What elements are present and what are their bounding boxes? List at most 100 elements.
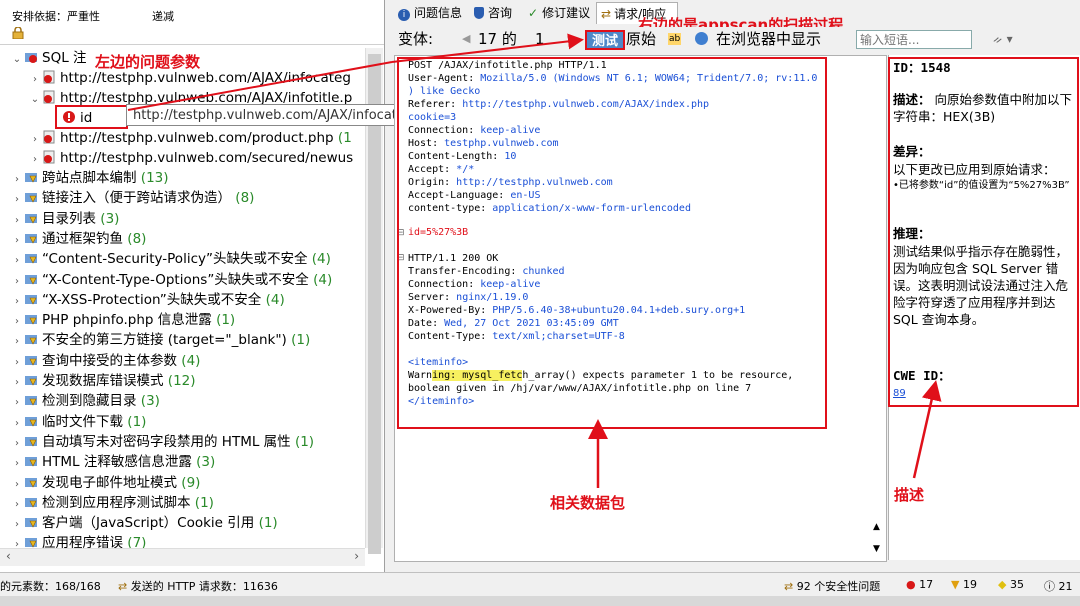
lock-icon[interactable] — [12, 27, 24, 39]
annotation-desc: 描述 — [894, 486, 925, 504]
tree-item-category[interactable]: › PHP phpinfo.php 信息泄露 (1) — [10, 310, 235, 330]
http-request-count: ⇄ 发送的 HTTP 请求数：11636 — [118, 580, 278, 593]
severity-folder-icon — [25, 376, 37, 386]
variant-label: 变体: — [398, 30, 434, 48]
tree-item-category[interactable]: › 检测到应用程序测试脚本 (1) — [10, 493, 214, 513]
request-icon: ⇄ — [601, 7, 612, 21]
severity-folder-icon — [25, 355, 37, 366]
prev-variant-icon[interactable]: ◀ — [462, 27, 470, 51]
test-button[interactable]: 测试 — [585, 30, 625, 50]
variant-count: 17 的 — [478, 30, 517, 48]
info-severity-icon: ⓘ — [1044, 580, 1055, 593]
tab-advisory[interactable]: 咨询 — [470, 2, 524, 24]
scroll-left-icon[interactable]: ‹ — [6, 549, 11, 563]
annotation-left: 左边的问题参数 — [95, 53, 201, 71]
chevron-right-icon[interactable]: › — [10, 393, 24, 413]
tree-item-category[interactable]: › 查询中接受的主体参数 (4) — [10, 351, 200, 371]
chevron-right-icon[interactable]: › — [28, 70, 42, 90]
high-count[interactable]: ● 17 — [906, 578, 933, 591]
tree-item-category[interactable]: › “Content-Security-Policy”头缺失或不安全 (4) — [10, 249, 331, 269]
severity-folder-icon — [25, 274, 37, 285]
chevron-right-icon[interactable]: › — [10, 454, 24, 474]
chevron-down-icon[interactable]: ⌄ — [10, 50, 24, 70]
chevron-right-icon[interactable]: › — [10, 251, 24, 271]
scroll-right-icon[interactable]: › — [354, 549, 359, 563]
variant-index[interactable]: 1 — [535, 27, 545, 51]
chevron-right-icon[interactable]: › — [10, 312, 24, 332]
severity-folder-icon — [25, 315, 37, 325]
tab-fix-recommendation[interactable]: ✓ 修订建议 — [524, 2, 596, 24]
tree-item-category[interactable]: › “X-Content-Type-Options”头缺失或不安全 (4) — [10, 270, 332, 290]
chevron-right-icon[interactable]: › — [10, 414, 24, 434]
tree-item-category[interactable]: › “X-XSS-Protection”头缺失或不安全 (4) — [10, 290, 285, 310]
tree-item-url[interactable]: › http://testphp.vulnweb.com/product.php … — [28, 128, 352, 148]
search-input[interactable] — [856, 30, 972, 49]
chevron-right-icon[interactable]: › — [10, 190, 24, 210]
medium-count[interactable]: ▼ 19 — [951, 578, 977, 591]
chevron-right-icon[interactable]: › — [10, 332, 24, 352]
tree-item-category[interactable]: › 临时文件下载 (1) — [10, 412, 146, 432]
chevron-right-icon[interactable]: › — [10, 495, 24, 515]
tree-item-category[interactable]: › 发现电子邮件地址模式 (9) — [10, 473, 200, 493]
tree-item-category[interactable]: › 客户端（JavaScript）Cookie 引用 (1) — [10, 513, 278, 533]
info-icon: i — [398, 9, 410, 21]
tree-item-url[interactable]: › http://testphp.vulnweb.com/secured/newu… — [28, 148, 353, 168]
severity-folder-icon — [25, 233, 37, 244]
chevron-right-icon[interactable]: › — [10, 353, 24, 373]
tree-item-category[interactable]: › HTML 注释敏感信息泄露 (3) — [10, 452, 215, 472]
chevron-right-icon[interactable]: › — [10, 515, 24, 535]
chevron-right-icon[interactable]: › — [10, 272, 24, 292]
severity-folder-icon — [25, 436, 37, 447]
severity-folder-icon — [25, 193, 37, 203]
chevron-right-icon[interactable]: › — [10, 211, 24, 231]
chevron-right-icon[interactable]: › — [10, 170, 24, 190]
severity-folder-icon — [25, 477, 37, 488]
tree-item-category[interactable]: › 发现数据库错误模式 (12) — [10, 371, 196, 391]
tree-item-category[interactable]: › 不安全的第三方链接 (target="_blank") (1) — [10, 330, 310, 350]
tree-item-category[interactable]: › 链接注入（便于跨站请求伪造） (8) — [10, 188, 254, 208]
show-in-browser[interactable]: 在浏览器中显示 — [716, 27, 821, 51]
tree-item-sql-injection[interactable]: ⌄ SQL 注 — [10, 48, 87, 68]
shield-icon — [474, 7, 484, 19]
chevron-right-icon[interactable]: › — [28, 130, 42, 150]
high-severity-folder-icon — [25, 53, 37, 63]
param-highlight-box — [55, 105, 128, 129]
chevron-right-icon[interactable]: › — [10, 292, 24, 312]
low-severity-icon: ◆ — [998, 578, 1007, 591]
tree-item-category[interactable]: › 目录列表 (3) — [10, 209, 119, 229]
severity-folder-icon — [25, 396, 37, 406]
sort-order[interactable]: 递减 — [152, 8, 174, 24]
sort-label[interactable]: 安排依据：严重性 — [12, 8, 100, 24]
tab-issue-info[interactable]: i 问题信息 — [394, 2, 466, 24]
scroll-down-icon[interactable]: ▼ — [873, 544, 880, 554]
severity-folder-icon — [25, 294, 37, 305]
chevron-right-icon[interactable]: › — [10, 475, 24, 495]
scrollbar-thumb[interactable] — [368, 54, 381, 554]
tree-item-category[interactable]: › 自动填写未对密码字段禁用的 HTML 属性 (1) — [10, 432, 314, 452]
check-icon: ✓ — [528, 6, 539, 20]
tree-item-category[interactable]: › 检测到隐藏目录 (3) — [10, 391, 160, 411]
issue-tree-panel: 安排依据：严重性 递减 ⌄ SQL 注 › http://testphp.vulnw… — [0, 0, 385, 572]
low-count[interactable]: ◆ 35 — [998, 578, 1024, 591]
search-dropdown-icon[interactable]: ᨀ ▾ — [993, 27, 1013, 51]
original-button[interactable]: 原始 — [626, 27, 656, 51]
chevron-right-icon[interactable]: › — [10, 434, 24, 454]
browser-icon[interactable] — [695, 32, 708, 45]
severity-folder-icon — [25, 497, 37, 508]
description-highlight-box — [888, 57, 1079, 407]
tree-item-category[interactable]: › 跨站点脚本编制 (13) — [10, 168, 169, 188]
highlight-icon[interactable]: ab — [668, 33, 682, 45]
chevron-right-icon[interactable]: › — [28, 150, 42, 170]
page-error-icon — [43, 90, 55, 104]
chevron-down-icon[interactable]: ⌄ — [28, 90, 42, 110]
info-count[interactable]: ⓘ 21 — [1044, 578, 1073, 594]
scroll-up-icon[interactable]: ▲ — [873, 522, 880, 532]
request-icon: ⇄ — [118, 580, 128, 593]
tree-item-category[interactable]: › 通过框架钓鱼 (8) — [10, 229, 146, 249]
chevron-right-icon[interactable]: › — [10, 231, 24, 251]
element-count: 的元素数：168/168 — [0, 580, 101, 593]
chevron-right-icon[interactable]: › — [10, 373, 24, 393]
tree-horizontal-scrollbar[interactable]: ‹ › — [0, 548, 365, 566]
severity-folder-icon — [25, 457, 37, 467]
severity-folder-icon — [25, 213, 37, 224]
